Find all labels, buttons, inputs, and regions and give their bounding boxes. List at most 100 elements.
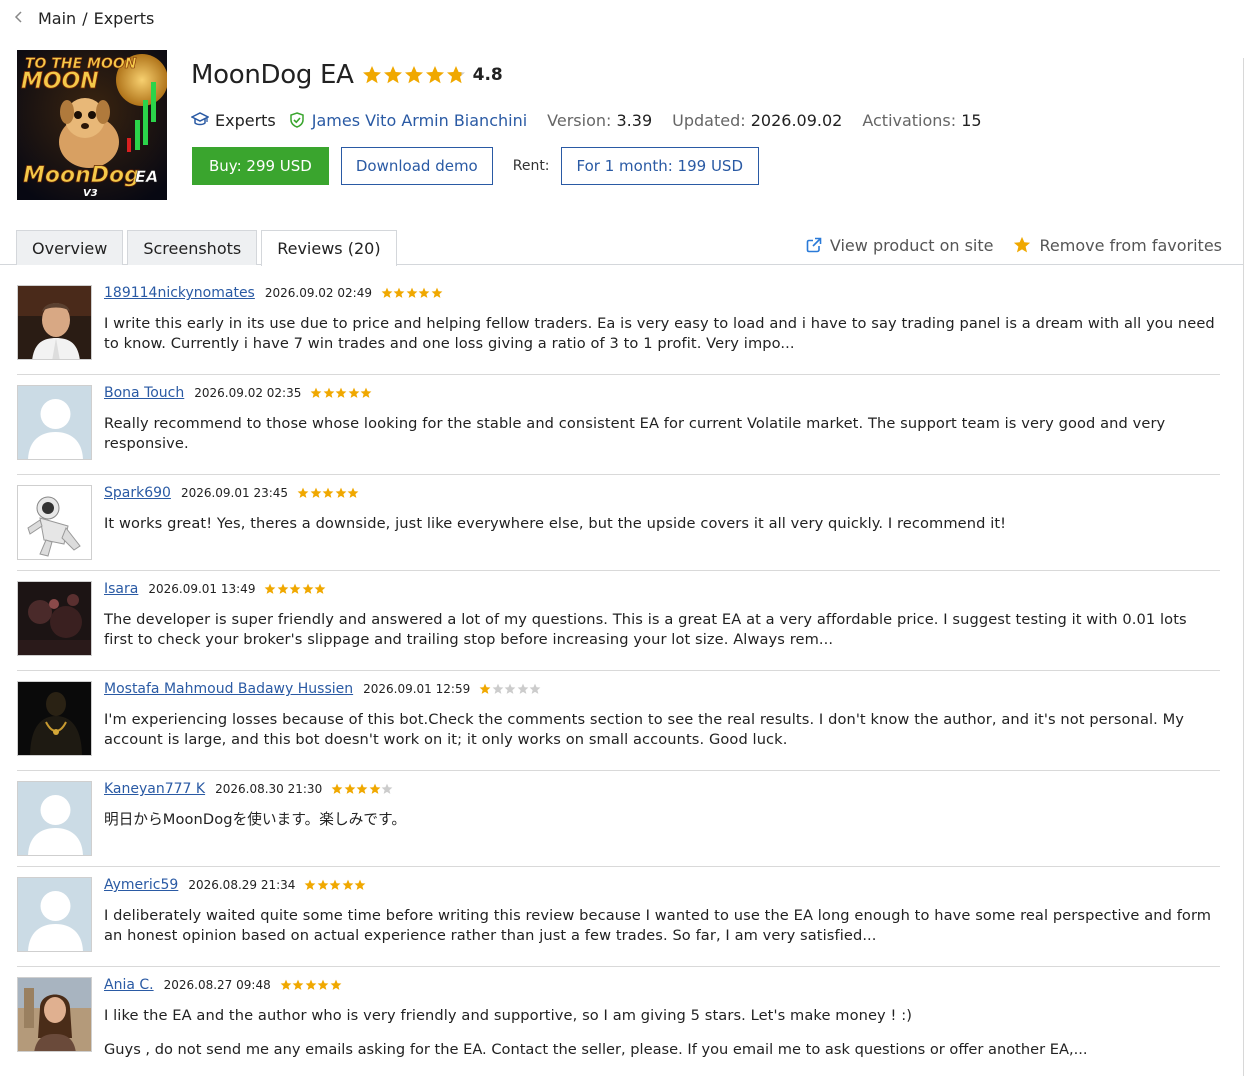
star-filled-icon: [314, 583, 326, 595]
review-rating-stars: [304, 879, 367, 891]
activations-info: Activations: 15: [862, 110, 982, 130]
star-filled-icon: [280, 979, 292, 991]
star-filled-icon: [347, 487, 359, 499]
review-item: Bona Touch 2026.09.02 02:35 Really recomme…: [17, 375, 1220, 475]
avatar[interactable]: [17, 385, 92, 460]
review-header: Bona Touch 2026.09.02 02:35: [104, 384, 373, 402]
review-text: The developer is super friendly and answ…: [104, 611, 1187, 648]
star-filled-icon: [329, 879, 341, 891]
review-item: Ania C. 2026.08.27 09:48 I like the EA and…: [17, 967, 1220, 1076]
review-header: Spark690 2026.09.01 23:45: [104, 484, 360, 502]
review-rating-stars: [264, 583, 327, 595]
breadcrumb-experts[interactable]: Experts: [94, 9, 155, 28]
tab-actions: View product on site Remove from favorit…: [786, 232, 1222, 258]
star-empty-icon: [492, 683, 504, 695]
star-filled-icon: [310, 387, 322, 399]
tab-overview[interactable]: Overview: [16, 230, 124, 265]
rating-star-icon: [404, 65, 424, 85]
review-username[interactable]: Spark690: [104, 485, 171, 501]
buy-button[interactable]: Buy: 299 USD: [192, 147, 329, 185]
review-text: Really recommend to those whose looking …: [104, 415, 1166, 452]
page-title: MoonDog EA: [191, 60, 354, 90]
star-filled-icon: [348, 387, 360, 399]
avatar[interactable]: [17, 877, 92, 952]
svg-text:EA: EA: [135, 167, 158, 186]
chevron-left-icon[interactable]: [14, 9, 34, 28]
avatar[interactable]: [17, 781, 92, 856]
star-filled-icon: [406, 287, 418, 299]
activations-value: 15: [961, 110, 982, 130]
remove-favorites-link[interactable]: Remove from favorites: [1013, 236, 1222, 255]
star-filled-icon: [264, 583, 276, 595]
star-filled-icon: [330, 979, 342, 991]
review-username[interactable]: Bona Touch: [104, 385, 184, 401]
star-filled-icon: [304, 879, 316, 891]
star-icon: [1013, 236, 1031, 254]
star-filled-icon: [277, 583, 289, 595]
star-filled-icon: [479, 683, 491, 695]
review-username[interactable]: Aymeric59: [104, 877, 178, 893]
review-header: Isara 2026.09.01 13:49: [104, 580, 327, 598]
review-item: Aymeric59 2026.08.29 21:34 I deliberately …: [17, 867, 1220, 967]
avatar[interactable]: [17, 581, 92, 656]
breadcrumb-separator: /: [82, 8, 88, 28]
review-rating-stars: [381, 287, 444, 299]
star-filled-icon: [335, 387, 347, 399]
review-item: Isara 2026.09.01 13:49 The developer is su…: [17, 571, 1220, 671]
review-date: 2026.09.01 23:45: [180, 486, 289, 500]
star-empty-icon: [381, 783, 393, 795]
product-title-row: MoonDog EA 4.8: [191, 58, 503, 92]
star-empty-icon: [529, 683, 541, 695]
category[interactable]: Experts: [191, 111, 276, 130]
tab-reviews[interactable]: Reviews (20): [261, 230, 397, 266]
star-filled-icon: [342, 879, 354, 891]
tab-screenshots[interactable]: Screenshots: [127, 230, 258, 265]
review-username[interactable]: 189114nickynomates: [104, 285, 255, 301]
review-item: Spark690 2026.09.01 23:45 It works great! …: [17, 475, 1220, 571]
review-username[interactable]: Ania C.: [104, 977, 154, 993]
rating-star-icon: [362, 65, 382, 85]
review-date: 2026.08.27 09:48: [163, 978, 271, 992]
product-rating-stars: [362, 65, 467, 85]
review-rating-stars: [297, 487, 360, 499]
breadcrumb: Main / Experts: [14, 6, 154, 30]
rent-button[interactable]: For 1 month: 199 USD: [560, 147, 760, 185]
review-item: Mostafa Mahmoud Badawy Hussien 2026.09.01…: [17, 671, 1220, 771]
review-text: I deliberately waited quite some time be…: [104, 907, 1212, 944]
author-link[interactable]: James Vito Armin Bianchini: [290, 111, 527, 130]
star-filled-icon: [302, 583, 314, 595]
star-filled-icon: [297, 487, 309, 499]
review-text: I'm experiencing losses because of this …: [104, 711, 1185, 748]
breadcrumb-main[interactable]: Main: [38, 9, 76, 28]
author-name: James Vito Armin Bianchini: [311, 110, 528, 130]
version-value: 3.39: [616, 110, 653, 130]
avatar[interactable]: [17, 285, 92, 360]
review-header: Ania C. 2026.08.27 09:48: [104, 976, 342, 994]
star-filled-icon: [354, 879, 366, 891]
svg-text:MoonDog: MoonDog: [23, 163, 140, 188]
star-filled-icon: [317, 879, 329, 891]
view-product-label: View product on site: [829, 235, 994, 255]
star-filled-icon: [431, 287, 443, 299]
tab-bar: Overview Screenshots Reviews (20): [16, 230, 401, 266]
star-filled-icon: [322, 487, 334, 499]
verified-shield-icon: [290, 112, 304, 128]
review-rating-stars: [479, 683, 542, 695]
review-username[interactable]: Kaneyan777 K: [104, 781, 205, 797]
purchase-actions: Buy: 299 USD Download demo Rent: For 1 m…: [192, 147, 760, 185]
download-demo-button[interactable]: Download demo: [340, 147, 493, 185]
avatar[interactable]: [17, 977, 92, 1052]
review-item: 189114nickynomates 2026.09.02 02:49 I writ…: [17, 275, 1220, 375]
view-product-link[interactable]: View product on site: [806, 235, 994, 255]
review-username[interactable]: Isara: [104, 581, 138, 597]
star-filled-icon: [317, 979, 329, 991]
review-text-continued: Guys , do not send me any emails asking …: [104, 1041, 1088, 1058]
scrollbar-track: [1243, 58, 1244, 1076]
star-filled-icon: [310, 487, 322, 499]
review-item: Kaneyan777 K 2026.08.30 21:30 明日からMoonDogを…: [17, 771, 1220, 867]
avatar[interactable]: [17, 681, 92, 756]
star-filled-icon: [323, 387, 335, 399]
star-filled-icon: [292, 979, 304, 991]
review-username[interactable]: Mostafa Mahmoud Badawy Hussien: [104, 681, 353, 697]
avatar[interactable]: [17, 485, 92, 560]
